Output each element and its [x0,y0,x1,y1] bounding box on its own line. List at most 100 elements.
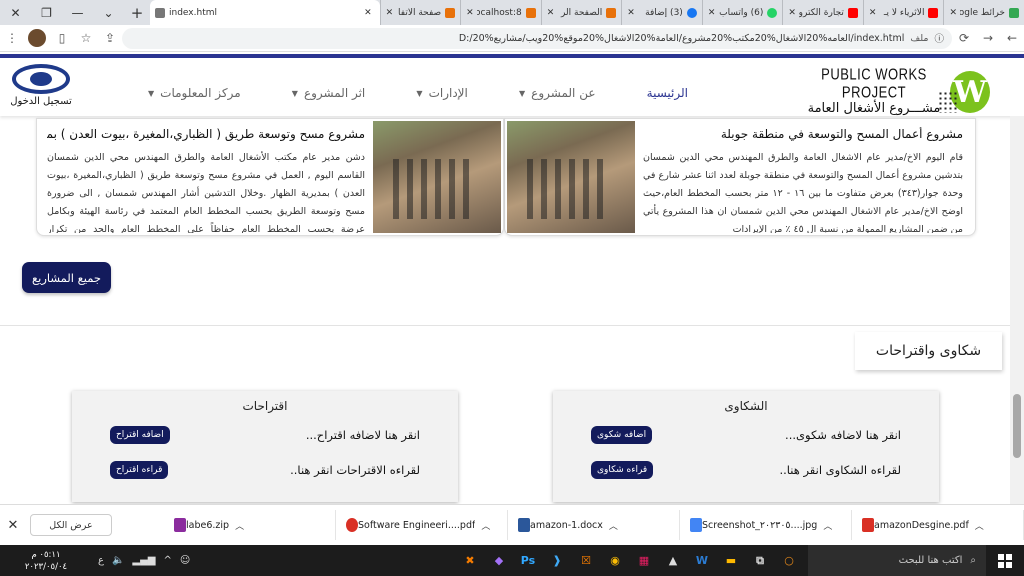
close-window-icon[interactable]: ✕ [0,0,31,25]
chrome-icon[interactable]: ◉ [602,548,628,574]
download-item[interactable]: Software Engineeri....pdf ︿ [336,510,508,540]
show-all-downloads-button[interactable]: عرض الكل [30,514,112,536]
login-link[interactable]: تسجيل الدخول [8,64,74,107]
word-icon[interactable]: W [689,548,715,574]
browser-tab[interactable]: localhost:8 ✕ [460,0,541,25]
url-field[interactable]: ⓘ ملف D:/العامه%20الاشغال%20مكتب%20مشروع… [122,27,952,49]
nav-item-departments[interactable]: الإدارات ▼ [416,86,467,100]
nav-item-about[interactable]: عن المشروع ▼ [519,86,595,100]
tab-strip: خرائط Google✕ الأثرياء لا يـ✕ تجارة الكت… [379,0,1024,25]
bookmark-star-icon[interactable]: ☆ [74,25,98,52]
chevron-up-icon[interactable]: ︿ [609,519,618,532]
download-filename: labe6.zip [186,519,230,531]
minimize-window-icon[interactable]: — [62,0,93,25]
user-logo-icon [12,64,70,94]
taskbar-search[interactable]: ⌕ اكتب هنا للبحث [808,545,986,576]
page-scrollbar[interactable] [1010,116,1024,504]
close-tab-icon[interactable]: ✕ [949,8,957,18]
menu-dots-icon[interactable]: ⋮ [0,25,24,52]
close-tab-icon[interactable]: ✕ [788,8,796,18]
download-item[interactable]: amazonDesgine.pdf ︿ [852,510,1024,540]
people-icon[interactable]: ☺ [180,555,190,566]
add-suggestion-text: انقر هنا لاضافه اقتراح... [305,428,420,442]
browser-tab[interactable]: الأثرياء لا يـ ✕ [862,0,944,25]
address-bar: ⋮ ▯ ☆ ⇪ ⓘ ملف D:/العامه%20الاشغال%20مكتب… [0,25,1024,52]
vscode-icon[interactable]: ❱ [544,548,570,574]
nav-item-impact[interactable]: اثر المشروع ▼ [292,86,365,100]
download-item[interactable]: labe6.zip ︿ [164,510,336,540]
complaints-panel: الشكاوى انقر هنا لاضافه شكوى... اضافه شك… [553,391,939,502]
read-suggestions-button[interactable]: قراءه اقتراح [110,461,169,479]
browser-tab[interactable]: الصفحة الر ✕ [540,0,622,25]
photoshop-icon[interactable]: Ps [515,548,541,574]
add-suggestion-row: انقر هنا لاضافه اقتراح... اضافه اقتراح [110,426,420,444]
xampp-control-icon[interactable]: ☒ [573,548,599,574]
browser-tab[interactable]: (3) إضافة ✕ [621,0,702,25]
read-complaints-row: لقراءه الشكاوى انقر هنا.. قراءه شكاوى [591,461,901,479]
photos-icon[interactable]: ▲ [660,548,686,574]
browser-tab[interactable]: (6) واتساب ✕ [701,0,783,25]
download-item[interactable]: Screenshot_٢٠٢٣٠٥....jpg ︿ [680,510,852,540]
tab-label: خرائط Google [960,7,1005,18]
browser-tab[interactable]: صفحة الاتفا ✕ [379,0,461,25]
read-suggestions-text: لقراءه الاقتراحات انقر هنا.. [290,463,420,477]
close-tab-icon[interactable]: ✕ [547,8,555,18]
back-icon[interactable]: ← [1000,25,1024,52]
read-complaints-button[interactable]: قراءه شكاوى [591,461,654,479]
new-tab-button[interactable]: + [124,0,150,25]
cortana-icon[interactable]: ○ [776,548,802,574]
clock-time: ٠٥:١١ م [31,549,61,560]
language-indicator[interactable]: ع [98,555,104,566]
start-button[interactable] [986,545,1024,576]
youtube-icon [847,7,858,18]
chevron-up-icon[interactable]: ︿ [823,519,832,532]
add-complaint-button[interactable]: اضافه شكوى [591,426,653,444]
download-item[interactable]: amazon-1.docx ︿ [508,510,680,540]
xampp-taskbar-icon[interactable]: ✖ [457,548,483,574]
forward-icon[interactable]: → [976,25,1000,52]
browser-tab[interactable]: تجارة الكترو ✕ [782,0,863,25]
project-card[interactable]: مشروع أعمال المسح والتوسعة في منطقة جوبل… [504,118,976,236]
restore-window-icon[interactable]: ❐ [31,0,62,25]
project-card[interactable]: مشروع مسح وتوسعة طريق ( الظباري،المغيرة … [36,118,504,236]
nav-item-info-center[interactable]: مركز المعلومات ▼ [148,86,241,100]
chevron-up-icon[interactable]: ^ [164,555,172,566]
speaker-icon[interactable]: 🔈 [112,555,124,566]
task-view-icon[interactable]: ⧉ [747,548,773,574]
close-tab-icon[interactable]: ✕ [386,8,394,18]
side-panel-icon[interactable]: ▯ [50,25,74,52]
info-icon[interactable]: ⓘ [934,31,944,45]
add-suggestion-button[interactable]: اضافه اقتراح [110,426,170,444]
close-tab-icon[interactable]: ✕ [627,8,635,18]
file-explorer-icon[interactable]: ▬ [718,548,744,574]
share-icon[interactable]: ⇪ [98,25,122,52]
system-tray: ع 🔈 ▂▄▆ ^ ☺ [98,555,190,566]
close-downloads-icon[interactable]: ✕ [0,518,26,533]
chevron-up-icon[interactable]: ︿ [481,519,490,532]
visual-studio-icon[interactable]: ◆ [486,548,512,574]
tab-label: (6) واتساب [719,7,764,18]
reload-icon[interactable]: ⟳ [952,25,976,52]
tab-active[interactable]: index.html ✕ [150,0,380,25]
chevron-up-icon[interactable]: ︿ [975,519,984,532]
main-nav: الرئيسية عن المشروع ▼ الإدارات ▼ اثر المشر… [148,86,688,100]
close-tab-icon[interactable]: ✕ [869,8,877,18]
panel-title: الشكاوى [724,399,768,413]
scrollbar-thumb[interactable] [1013,394,1021,458]
zip-file-icon [174,518,186,532]
network-icon[interactable]: ▂▄▆ [132,555,155,566]
profile-avatar[interactable] [28,29,46,47]
tab-search-icon[interactable]: ⌄ [93,0,124,25]
chevron-up-icon[interactable]: ︿ [235,519,244,532]
browser-tab[interactable]: خرائط Google✕ [943,0,1024,25]
taskbar-clock[interactable]: ٠٥:١١ م ٢٠٢٣/٠٥/٠٤ [0,549,92,573]
paint-icon[interactable]: ▦ [631,548,657,574]
close-tab-icon[interactable]: ✕ [364,8,372,18]
taskbar-search-placeholder: اكتب هنا للبحث [898,555,963,566]
tab-label: localhost:8 [476,7,522,18]
close-tab-icon[interactable]: ✕ [708,8,716,18]
all-projects-button[interactable]: جميع المشاريع [22,262,111,293]
nav-item-home[interactable]: الرئيسية [647,86,688,100]
site-logo[interactable]: PUBLIC WORKS PROJECT مشـــروع الأشغال ال… [804,65,990,116]
close-tab-icon[interactable]: ✕ [466,8,474,18]
